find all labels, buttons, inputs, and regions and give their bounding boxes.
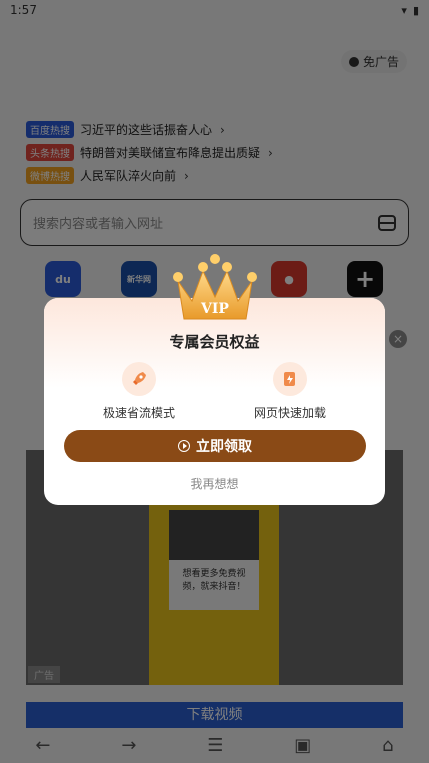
- fast-page-icon: [273, 362, 307, 396]
- play-icon: [178, 440, 190, 452]
- vip-crown-icon: VIP: [173, 254, 257, 320]
- feature-item: 网页快速加载: [230, 362, 350, 421]
- feature-label: 网页快速加载: [253, 406, 326, 420]
- claim-label: 立即领取: [196, 439, 252, 455]
- rocket-icon: [122, 362, 156, 396]
- feature-label: 极速省流模式: [102, 406, 175, 420]
- later-link[interactable]: 我再想想: [44, 475, 385, 492]
- feature-item: 极速省流模式: [79, 362, 199, 421]
- crown-label: VIP: [200, 301, 229, 317]
- modal-title: 专属会员权益: [169, 333, 260, 351]
- claim-button[interactable]: 立即领取: [64, 430, 366, 462]
